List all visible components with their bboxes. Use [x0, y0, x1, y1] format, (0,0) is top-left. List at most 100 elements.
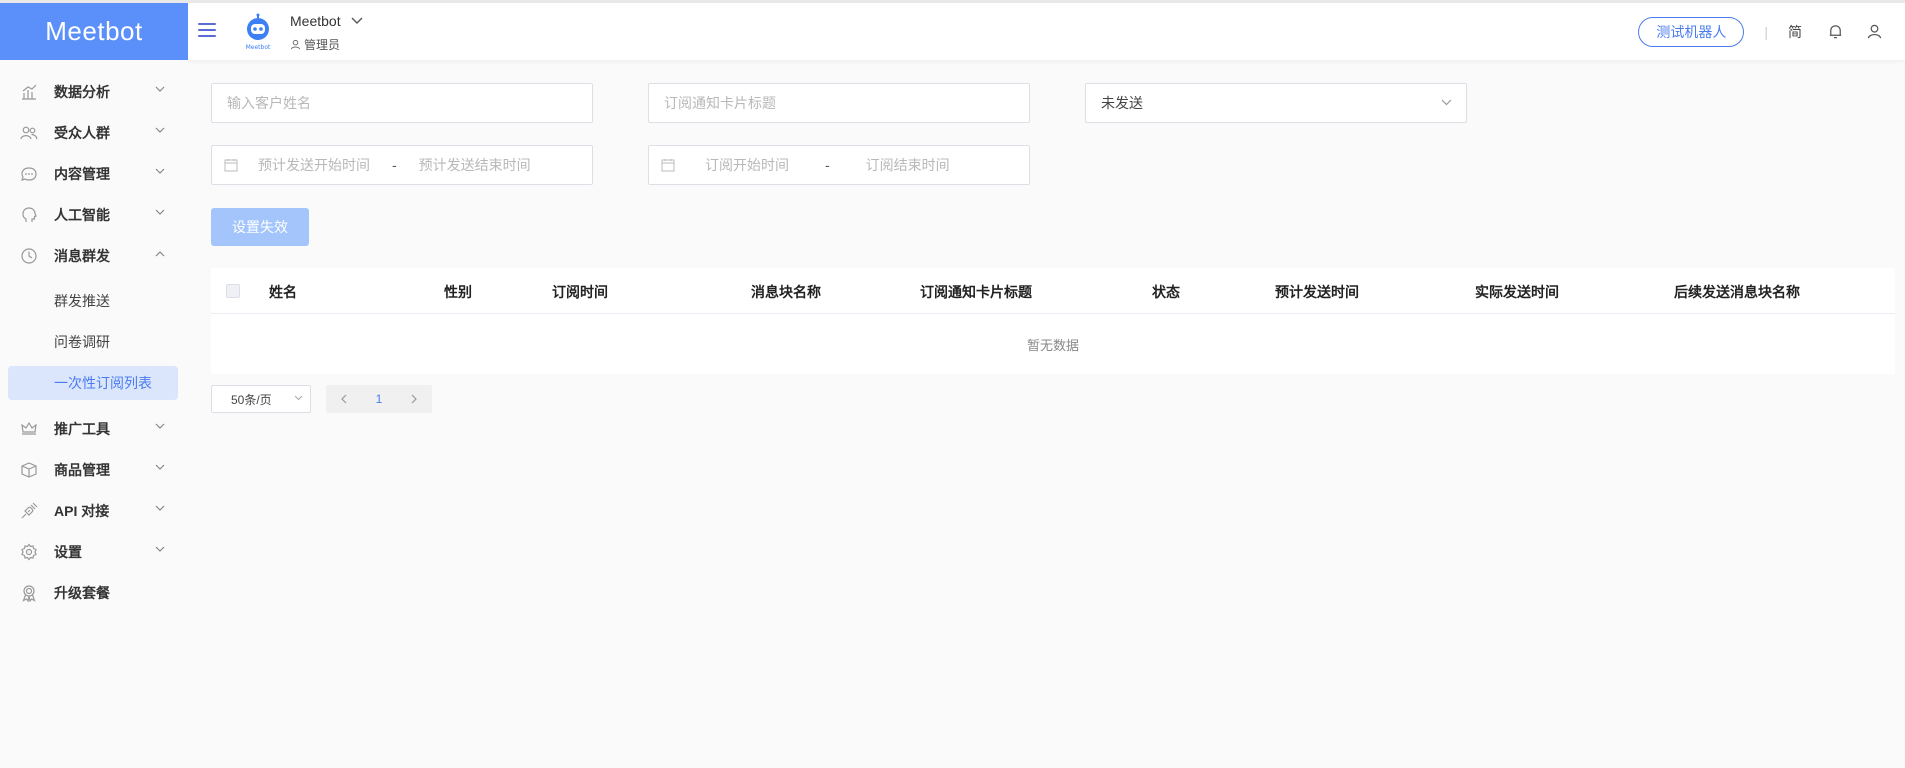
column-header[interactable]: 姓名 [269, 282, 297, 302]
chart-icon [22, 84, 37, 100]
chevron-down-icon [1441, 99, 1452, 106]
language-switch[interactable]: 简 [1788, 22, 1802, 42]
column-header[interactable]: 订阅通知卡片标题 [920, 282, 1032, 302]
sidebar-item-settings[interactable]: 设置 [0, 534, 188, 570]
calendar-icon [224, 159, 238, 172]
select-all-checkbox[interactable] [226, 284, 240, 298]
chevron-down-icon [294, 395, 303, 401]
card-title-field[interactable] [648, 83, 1030, 123]
sidebar-item-label: 人工智能 [54, 207, 110, 223]
planned-send-range[interactable]: 预计发送开始时间 - 预计发送结束时间 [211, 145, 593, 185]
user-icon[interactable] [1866, 23, 1883, 40]
subscription-end[interactable]: 订阅结束时间 [866, 155, 950, 175]
badge-icon [22, 585, 36, 602]
sidebar-item-label: 消息群发 [54, 248, 110, 264]
chevron-down-icon [351, 17, 363, 24]
pagination: 1 [326, 385, 432, 413]
crown-icon [21, 421, 37, 435]
logo-text: Meetbot [45, 16, 143, 46]
sidebar-item-label: 数据分析 [54, 84, 110, 100]
sidebar-item-label: API 对接 [54, 503, 110, 519]
chevron-down-icon [155, 505, 165, 511]
range-separator: - [825, 157, 830, 173]
bot-avatar[interactable]: Meetbot [240, 13, 276, 51]
sidebar-item-label: 设置 [54, 544, 82, 560]
range-separator: - [392, 157, 397, 173]
table-header: 姓名 性别 订阅时间 消息块名称 订阅通知卡片标题 状态 预计发送时间 实际发送… [211, 268, 1895, 314]
bell-icon[interactable] [1827, 23, 1844, 40]
sidebar-subitem-broadcast-push[interactable]: 群发推送 [8, 284, 178, 318]
role-label: 管理员 [304, 38, 341, 52]
planned-send-start[interactable]: 预计发送开始时间 [258, 155, 370, 175]
sidebar-subitem-survey[interactable]: 问卷调研 [8, 325, 178, 359]
status-select[interactable]: 未发送 [1085, 83, 1467, 123]
set-invalid-button[interactable]: 设置失效 [211, 208, 309, 246]
chevron-right-icon [411, 394, 417, 404]
user-icon [290, 39, 301, 50]
sidebar-item-products[interactable]: 商品管理 [0, 452, 188, 488]
sidebar-item-label: 升级套餐 [54, 585, 110, 601]
column-header[interactable]: 预计发送时间 [1275, 282, 1359, 302]
column-header[interactable]: 消息块名称 [751, 282, 821, 302]
bot-avatar-caption: Meetbot [246, 44, 271, 51]
chevron-down-icon [155, 546, 165, 552]
chevron-down-icon [155, 168, 165, 174]
sidebar-item-ai[interactable]: 人工智能 [0, 197, 188, 233]
sidebar-item-data-analysis[interactable]: 数据分析 [0, 74, 188, 110]
plug-icon [21, 502, 38, 519]
bot-switcher[interactable]: Meetbot [290, 13, 363, 29]
bot-name: Meetbot [290, 13, 341, 29]
page-size-select[interactable]: 50条/页 [211, 385, 311, 413]
prev-page-button[interactable] [340, 394, 347, 404]
column-header[interactable]: 实际发送时间 [1475, 282, 1559, 302]
sidebar-item-audience[interactable]: 受众人群 [0, 115, 188, 151]
menu-toggle-icon[interactable] [198, 23, 216, 39]
column-header[interactable]: 订阅时间 [552, 282, 608, 302]
chat-icon [21, 167, 37, 181]
top-right-actions: 测试机器人 | 简 [1638, 3, 1905, 60]
customer-name-input[interactable] [212, 84, 592, 122]
test-bot-button[interactable]: 测试机器人 [1638, 16, 1745, 47]
chevron-down-icon [155, 464, 165, 470]
chevron-down-icon [155, 127, 165, 133]
chevron-left-icon [341, 394, 347, 404]
box-icon [21, 462, 37, 478]
sidebar-subitem-one-time-subscription[interactable]: 一次性订阅列表 [8, 366, 178, 400]
head-icon [22, 207, 37, 222]
sidebar-item-label: 受众人群 [54, 125, 110, 141]
sidebar-item-label: 内容管理 [54, 166, 110, 182]
chevron-down-icon [155, 209, 165, 215]
sidebar-item-label: 商品管理 [54, 462, 110, 478]
column-header[interactable]: 状态 [1152, 282, 1180, 302]
subscription-start[interactable]: 订阅开始时间 [705, 155, 789, 175]
calendar-icon [661, 159, 675, 172]
page-number[interactable]: 1 [376, 392, 383, 406]
sidebar: 数据分析 受众人群 内容管理 人工智能 消息群发 群发推送 问卷调研 一次性订阅… [0, 60, 188, 768]
next-page-button[interactable] [411, 394, 418, 404]
clock-icon [21, 248, 37, 264]
page-size-value: 50条/页 [231, 392, 272, 407]
chevron-down-icon [155, 86, 165, 92]
sidebar-item-upgrade[interactable]: 升级套餐 [0, 575, 188, 611]
top-bar: Meetbot Meetbot Meetbot 管理员 测试机器人 | 简 [0, 0, 1905, 60]
sidebar-item-content[interactable]: 内容管理 [0, 156, 188, 192]
column-header[interactable]: 后续发送消息块名称 [1674, 282, 1800, 302]
empty-state: 暂无数据 [1026, 337, 1079, 353]
sidebar-item-broadcast[interactable]: 消息群发 [0, 238, 188, 274]
sidebar-item-promotion[interactable]: 推广工具 [0, 411, 188, 447]
divider: | [1764, 23, 1768, 40]
column-header[interactable]: 性别 [444, 282, 472, 302]
sidebar-item-label: 推广工具 [54, 421, 110, 437]
status-select-value: 未发送 [1101, 95, 1143, 111]
gear-icon [21, 543, 37, 561]
subscription-time-range[interactable]: 订阅开始时间 - 订阅结束时间 [648, 145, 1030, 185]
users-icon [20, 126, 38, 140]
chevron-down-icon [155, 423, 165, 429]
sidebar-item-api[interactable]: API 对接 [0, 493, 188, 529]
planned-send-end[interactable]: 预计发送结束时间 [419, 155, 531, 175]
logo[interactable]: Meetbot [0, 3, 188, 60]
user-role: 管理员 [290, 36, 340, 53]
card-title-input[interactable] [649, 84, 1029, 122]
customer-name-field[interactable] [211, 83, 593, 123]
chevron-up-icon [155, 251, 165, 257]
